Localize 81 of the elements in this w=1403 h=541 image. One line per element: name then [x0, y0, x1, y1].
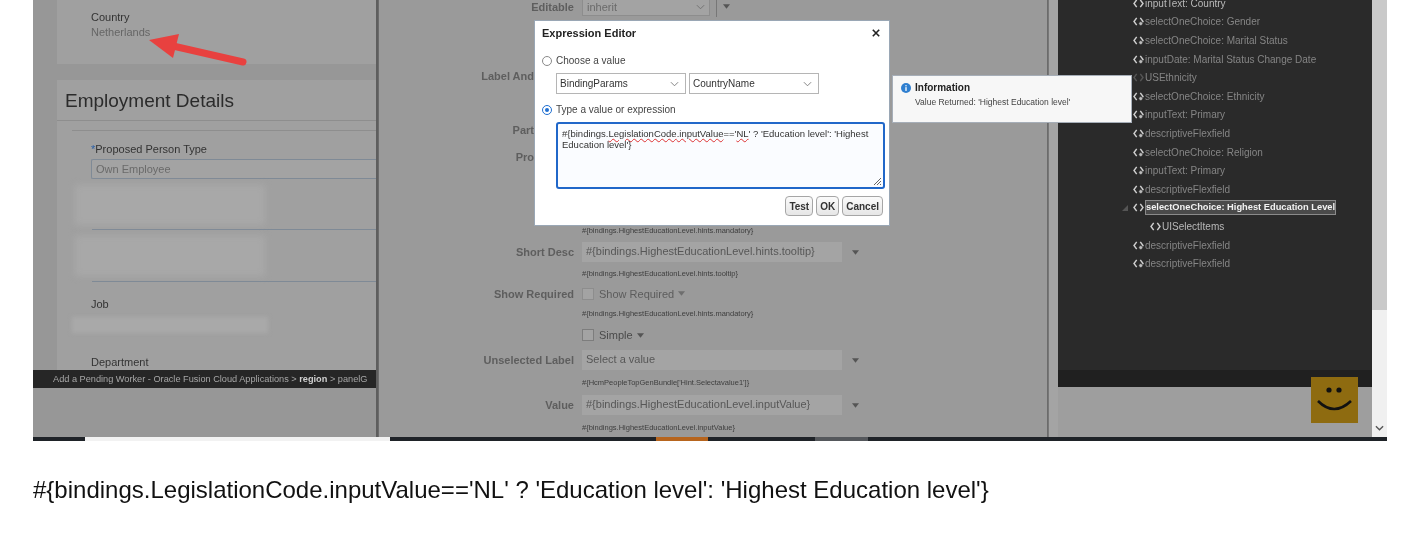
breadcrumb: Add a Pending Worker - Oracle Fusion Cloud Applications > region > panelG — [53, 374, 368, 384]
code-gear-icon — [1133, 110, 1144, 120]
tree-item[interactable]: USEthnicity — [1145, 71, 1197, 85]
tree-item[interactable]: selectOneChoice: Ethnicity — [1145, 89, 1265, 103]
field-label: Department — [91, 356, 149, 368]
property-label: Short Desc — [515, 246, 574, 258]
scroll-down-icon[interactable] — [1375, 425, 1384, 431]
field-label: *Proposed Person Type — [91, 143, 208, 155]
dialog-title: Expression Editor — [542, 27, 637, 39]
caret-icon[interactable] — [852, 402, 859, 408]
input-field[interactable]: #{bindings.HighestEducationLevel.hints.tooltip} — [582, 242, 842, 262]
popover-title: Information — [915, 82, 970, 93]
code-gear-icon — [1133, 91, 1144, 101]
scrollbar-thumb[interactable] — [1372, 0, 1387, 310]
code-icon — [1150, 221, 1161, 231]
tree-item[interactable]: descriptiveFlexfield — [1145, 238, 1231, 252]
radio-label[interactable]: Type a value or expression — [556, 104, 676, 115]
code-gear-icon — [1133, 166, 1144, 176]
chevron-icon[interactable] — [670, 80, 679, 87]
tree-item[interactable]: inputText: Primary — [1145, 164, 1226, 178]
caret-icon[interactable] — [852, 249, 859, 255]
radio-button[interactable] — [542, 55, 552, 66]
property-label: Pro — [515, 150, 534, 163]
property-label: Value — [545, 399, 574, 411]
document-text: #{bindings.LegislationCode.inputValue=='NL' ? 'Education level': 'Highest Education level'} — [33, 476, 989, 503]
popover-message: Value Returned: 'Highest Education level' — [914, 97, 1072, 107]
field-value: Netherlands — [91, 26, 152, 38]
tree-item[interactable]: selectOneChoice: Highest Education Level — [1145, 200, 1337, 216]
code-icon — [1133, 203, 1144, 213]
code-icon — [1133, 73, 1144, 83]
chevron-icon[interactable] — [696, 3, 705, 10]
dialog-button[interactable]: OK — [816, 196, 840, 216]
tree-item[interactable]: descriptiveFlexfield — [1145, 126, 1231, 140]
dialog-button[interactable]: Test — [785, 196, 814, 216]
tree-item[interactable]: selectOneChoice: Marital Status — [1145, 34, 1288, 47]
tree-item[interactable]: inputText: Country — [1145, 0, 1226, 10]
caret-icon[interactable] — [723, 4, 730, 9]
code-gear-icon — [1133, 54, 1144, 64]
tree-item[interactable]: UISelectItems — [1162, 219, 1225, 233]
code-gear-icon — [1133, 147, 1144, 157]
select-field[interactable]: CountryName — [689, 73, 819, 94]
property-label: Unselected Label — [483, 354, 574, 366]
expression-field[interactable]: #{bindings.LegislationCode.inputValue=='NL' ? 'Education level': 'Highest Education level'} — [556, 122, 885, 189]
radio-button[interactable] — [542, 104, 552, 115]
checkbox-label[interactable]: Simple — [599, 329, 633, 341]
property-label: Part — [512, 123, 534, 136]
tree-item[interactable]: descriptiveFlexfield — [1145, 182, 1231, 196]
field-label: Country — [91, 11, 131, 23]
info-icon — [901, 82, 911, 93]
code-gear-icon — [1133, 259, 1144, 269]
expand-toggle-icon[interactable] — [1122, 204, 1128, 211]
section-title: Employment Details — [64, 89, 235, 113]
tree-item[interactable]: selectOneChoice: Gender — [1145, 15, 1261, 29]
code-gear-icon — [1133, 17, 1144, 27]
tree-item[interactable]: inputDate: Marital Status Change Date — [1145, 52, 1317, 66]
resize-grip-icon[interactable] — [872, 176, 882, 186]
tree-item[interactable]: selectOneChoice: Religion — [1145, 145, 1263, 159]
tree-item[interactable]: descriptiveFlexfield — [1145, 257, 1231, 271]
input-field[interactable]: Select a value — [582, 350, 842, 370]
field-label: Job — [91, 298, 109, 310]
close-icon[interactable] — [872, 29, 880, 37]
radio-label[interactable]: Choose a value — [556, 55, 626, 66]
caret-icon[interactable] — [636, 332, 644, 338]
caret-icon[interactable] — [852, 357, 859, 363]
dialog-button[interactable]: Cancel — [842, 196, 883, 216]
code-gear-icon — [1133, 128, 1144, 138]
code-gear-icon — [1133, 36, 1144, 45]
input-field[interactable]: #{bindings.HighestEducationLevel.inputValue} — [582, 395, 842, 415]
code-gear-icon — [1133, 240, 1144, 250]
smiley-icon — [1311, 377, 1358, 423]
code-gear-icon — [1133, 184, 1144, 194]
input-field[interactable]: Own Employee — [91, 159, 376, 179]
caret-icon[interactable] — [678, 291, 686, 296]
tree-item[interactable]: inputText: Primary — [1145, 108, 1226, 122]
property-label: Label And — [481, 69, 534, 82]
chevron-icon[interactable] — [803, 80, 812, 87]
code-icon — [1133, 0, 1144, 8]
property-label: Editable — [531, 0, 574, 13]
checkbox[interactable] — [582, 329, 594, 341]
property-label: Show Required — [493, 287, 574, 300]
select-field[interactable]: BindingParams — [556, 73, 686, 94]
